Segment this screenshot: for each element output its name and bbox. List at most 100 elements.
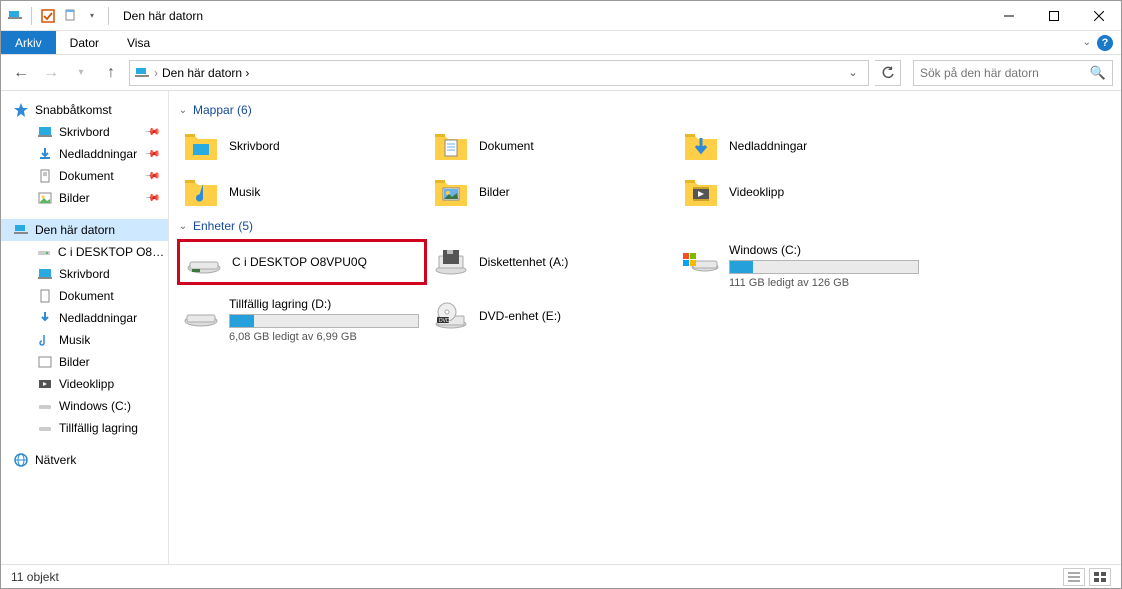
- video-icon: [37, 376, 53, 392]
- qat-dropdown-icon[interactable]: [60, 6, 80, 26]
- drive-icon: [186, 244, 222, 280]
- disk-icon: [37, 398, 53, 414]
- downloads-icon: [37, 146, 53, 162]
- minimize-button[interactable]: [986, 1, 1031, 30]
- tab-dator[interactable]: Dator: [56, 31, 113, 54]
- drive-icon: [37, 244, 52, 260]
- folder-icon: [683, 128, 719, 164]
- up-button[interactable]: ↑: [99, 61, 123, 85]
- qat: ▾: [1, 6, 117, 26]
- sidebar-item[interactable]: Nedladdningar: [1, 307, 168, 329]
- drive-tile[interactable]: Windows (C:) 111 GB ledigt av 126 GB: [677, 239, 927, 293]
- drive-tile[interactable]: C i DESKTOP O8VPU0Q: [177, 239, 427, 285]
- downloads-icon: [37, 310, 53, 326]
- folders-grid: SkrivbordDokument Nedladdningar Musik Bilde…: [177, 123, 1113, 215]
- sidebar-network[interactable]: Nätverk: [1, 449, 168, 471]
- svg-text:DVD: DVD: [439, 318, 450, 324]
- sidebar-item[interactable]: Skrivbord: [1, 263, 168, 285]
- chevron-down-icon[interactable]: ▾: [82, 6, 102, 26]
- sidebar-item-dokument[interactable]: Dokument 📌: [1, 165, 168, 187]
- drive-label: DVD-enhet (E:): [479, 309, 561, 323]
- drive-tile[interactable]: Tillfällig lagring (D:) 6,08 GB ledigt av…: [177, 293, 427, 347]
- back-button[interactable]: ←: [9, 61, 33, 85]
- forward-button[interactable]: →: [39, 61, 63, 85]
- group-header-drives[interactable]: ⌄ Enheter (5): [177, 219, 1113, 233]
- pc-icon: [134, 65, 150, 81]
- titlebar: ▾ Den här datorn: [1, 1, 1121, 31]
- pictures-icon: [37, 354, 53, 370]
- drive-icon: [683, 247, 719, 275]
- drive-label: C i DESKTOP O8VPU0Q: [232, 255, 367, 269]
- pin-icon: 📌: [143, 146, 160, 163]
- drive-tile[interactable]: DVD DVD-enhet (E:): [427, 293, 677, 339]
- document-icon: [37, 288, 53, 304]
- details-view-button[interactable]: [1063, 568, 1085, 586]
- chevron-down-icon[interactable]: ⌄: [177, 221, 189, 232]
- drive-icon: [433, 244, 469, 280]
- app-icon: [5, 6, 25, 26]
- sidebar-quick-access[interactable]: Snabbåtkomst: [1, 99, 168, 121]
- nav-tree[interactable]: Snabbåtkomst Skrivbord 📌 Nedladdningar 📌…: [1, 91, 169, 564]
- address-bar[interactable]: › Den här datorn › ⌄: [129, 60, 869, 86]
- folder-label: Videoklipp: [729, 185, 784, 199]
- folder-icon: [183, 174, 219, 210]
- help-icon[interactable]: ?: [1097, 35, 1113, 51]
- folder-tile[interactable]: Dokument: [427, 123, 677, 169]
- group-header-folders[interactable]: ⌄ Mappar (6): [177, 103, 1113, 117]
- sidebar-item-bilder[interactable]: Bilder 📌: [1, 187, 168, 209]
- drive-label: Windows (C:): [729, 243, 921, 257]
- breadcrumb[interactable]: Den här datorn ›: [162, 66, 838, 80]
- sidebar-this-pc[interactable]: Den här datorn: [1, 219, 168, 241]
- sidebar-item[interactable]: C i DESKTOP O8VPU: [1, 241, 168, 263]
- tab-arkiv[interactable]: Arkiv: [1, 31, 56, 54]
- search-icon[interactable]: 🔍: [1090, 65, 1106, 81]
- qat-sep: [31, 7, 32, 25]
- music-icon: [37, 332, 53, 348]
- tab-visa[interactable]: Visa: [113, 31, 164, 54]
- drive-label: Diskettenhet (A:): [479, 255, 568, 269]
- recent-dropdown[interactable]: ▾: [69, 61, 93, 85]
- sidebar-item[interactable]: Windows (C:): [1, 395, 168, 417]
- drive-label: Tillfällig lagring (D:): [229, 297, 421, 311]
- ribbon-collapse-icon[interactable]: ⌄: [1083, 37, 1091, 48]
- address-dropdown-icon[interactable]: ⌄: [842, 66, 864, 79]
- pin-icon: 📌: [143, 190, 160, 207]
- window-controls: [986, 1, 1121, 30]
- folder-icon: [433, 128, 469, 164]
- folder-tile[interactable]: Musik: [177, 169, 427, 215]
- window-title: Den här datorn: [123, 9, 203, 23]
- sidebar-item[interactable]: Bilder: [1, 351, 168, 373]
- folder-icon: [183, 128, 219, 164]
- close-button[interactable]: [1076, 1, 1121, 30]
- breadcrumb-sep: ›: [154, 66, 158, 80]
- pictures-icon: [37, 190, 53, 206]
- capacity-text: 6,08 GB ledigt av 6,99 GB: [229, 331, 421, 343]
- folder-tile[interactable]: Skrivbord: [177, 123, 427, 169]
- drives-grid: C i DESKTOP O8VPU0Q Diskettenhet (A:) Wind…: [177, 239, 1113, 347]
- sidebar-item-nedladdningar[interactable]: Nedladdningar 📌: [1, 143, 168, 165]
- folder-tile[interactable]: Videoklipp: [677, 169, 927, 215]
- sidebar-item[interactable]: Musik: [1, 329, 168, 351]
- sidebar-item[interactable]: Dokument: [1, 285, 168, 307]
- folder-icon: [433, 174, 469, 210]
- pc-icon: [13, 222, 29, 238]
- maximize-button[interactable]: [1031, 1, 1076, 30]
- search-box[interactable]: 🔍: [913, 60, 1113, 86]
- folder-label: Musik: [229, 185, 260, 199]
- folder-tile[interactable]: Nedladdningar: [677, 123, 927, 169]
- content-area: ⌄ Mappar (6) SkrivbordDokument Nedladdnin…: [169, 91, 1121, 564]
- search-input[interactable]: [920, 66, 1090, 80]
- chevron-down-icon[interactable]: ⌄: [177, 105, 189, 116]
- drive-tile[interactable]: Diskettenhet (A:): [427, 239, 677, 285]
- capacity-text: 111 GB ledigt av 126 GB: [729, 277, 921, 289]
- tiles-view-button[interactable]: [1089, 568, 1111, 586]
- ribbon-tabs: Arkiv Dator Visa ⌄ ?: [1, 31, 1121, 55]
- sidebar-item[interactable]: Tillfällig lagring: [1, 417, 168, 439]
- refresh-button[interactable]: [875, 60, 901, 86]
- sidebar-item[interactable]: Videoklipp: [1, 373, 168, 395]
- properties-icon[interactable]: [38, 6, 58, 26]
- folder-label: Nedladdningar: [729, 139, 807, 153]
- sidebar-item-skrivbord[interactable]: Skrivbord 📌: [1, 121, 168, 143]
- folder-tile[interactable]: Bilder: [427, 169, 677, 215]
- star-icon: [13, 102, 29, 118]
